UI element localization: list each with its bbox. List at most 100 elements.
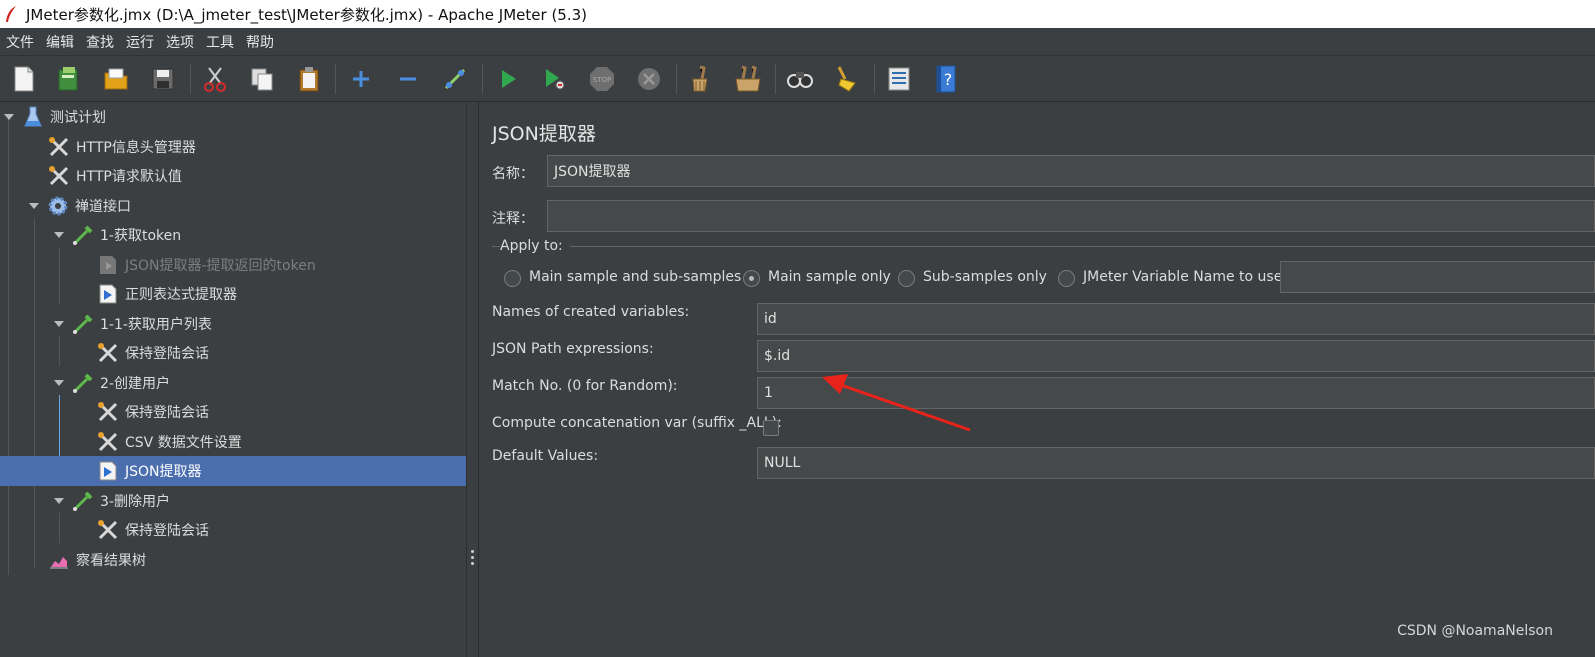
test-plan-tree: 测试计划 HTTP信息头管理器 HTTP请求默认值 禅道接口 1-获取token… [0, 102, 467, 657]
window-title: JMeter参数化.jmx (D:\A_jmeter_test\JMeter参数… [26, 5, 587, 24]
sampler-icon [72, 490, 94, 512]
shutdown-icon[interactable] [634, 64, 664, 94]
config-tool-icon [97, 342, 119, 364]
menu-edit[interactable]: 编辑 [46, 32, 74, 52]
chevron-down-icon[interactable] [52, 494, 66, 508]
tree-node-http-header-manager[interactable]: HTTP信息头管理器 [48, 132, 196, 161]
radio-main-only[interactable] [743, 270, 760, 287]
created-variables-field[interactable]: id [757, 303, 1595, 335]
tree-node-regex-extractor[interactable]: 正则表达式提取器 [97, 279, 237, 308]
radio-main-only-label[interactable]: Main sample only [768, 269, 891, 285]
new-icon[interactable] [9, 64, 39, 94]
reset-search-icon[interactable] [832, 64, 862, 94]
toolbar: STOP ? [0, 56, 1595, 102]
split-pane-divider[interactable] [467, 102, 479, 657]
annotation-arrow-icon [822, 374, 971, 432]
radio-variable-name[interactable] [1058, 270, 1075, 287]
tree-selection-highlight [0, 456, 466, 486]
menu-help[interactable]: 帮助 [246, 32, 274, 52]
tree-node-cookie-manager-2[interactable]: 保持登陆会话 [97, 397, 209, 426]
radio-variable-name-label[interactable]: JMeter Variable Name to use [1083, 269, 1282, 285]
clear-all-icon[interactable] [733, 64, 763, 94]
tree-node-json-extractor-selected[interactable]: JSON提取器 [97, 456, 202, 485]
created-variables-label: Names of created variables: [492, 304, 690, 320]
config-tool-icon [48, 136, 70, 158]
paste-icon[interactable] [294, 64, 324, 94]
templates-icon[interactable] [54, 64, 84, 94]
comment-label: 注释： [492, 211, 534, 227]
post-processor-icon [97, 283, 119, 305]
start-icon[interactable] [493, 64, 523, 94]
save-icon[interactable] [148, 64, 178, 94]
tree-node-sampler-get-token[interactable]: 1-获取token [52, 220, 181, 249]
svg-text:?: ? [944, 70, 953, 89]
cut-icon[interactable] [200, 64, 230, 94]
tree-node-json-extractor-token[interactable]: JSON提取器-提取返回的token [97, 250, 316, 279]
menu-bar: 文件 编辑 查找 运行 选项 工具 帮助 [0, 28, 1595, 56]
concatenation-label: Compute concatenation var (suffix _ALL): [492, 415, 782, 431]
radio-sub-only-label[interactable]: Sub-samples only [923, 269, 1047, 285]
json-extractor-panel: JSON提取器 名称： JSON提取器 注释： Apply to: Main s… [480, 102, 1595, 657]
sampler-icon [72, 372, 94, 394]
name-label: 名称： [492, 166, 534, 182]
radio-main-and-sub[interactable] [504, 270, 521, 287]
tree-node-cookie-manager-3[interactable]: 保持登陆会话 [97, 515, 209, 544]
menu-search[interactable]: 查找 [86, 32, 114, 52]
menu-options[interactable]: 选项 [166, 32, 194, 52]
config-tool-icon [48, 165, 70, 187]
chevron-down-icon[interactable] [52, 317, 66, 331]
collapse-icon[interactable] [393, 64, 423, 94]
config-tool-icon [97, 401, 119, 423]
radio-sub-only[interactable] [898, 270, 915, 287]
chevron-down-icon[interactable] [27, 199, 41, 213]
window-titlebar: JMeter参数化.jmx (D:\A_jmeter_test\JMeter参数… [0, 0, 1595, 28]
svg-text:STOP: STOP [593, 76, 611, 84]
tree-node-sampler-create-user[interactable]: 2-创建用户 [52, 368, 170, 397]
match-no-label: Match No. (0 for Random): [492, 378, 678, 394]
sampler-icon [72, 224, 94, 246]
name-field[interactable]: JSON提取器 [547, 155, 1595, 187]
copy-icon[interactable] [247, 64, 277, 94]
variable-name-field[interactable] [1280, 261, 1595, 293]
tree-node-sampler-delete-user[interactable]: 3-删除用户 [52, 486, 170, 515]
menu-tools[interactable]: 工具 [206, 32, 234, 52]
tree-node-sampler-get-user-list[interactable]: 1-1-获取用户列表 [52, 309, 212, 338]
expand-icon[interactable] [346, 64, 376, 94]
start-no-pause-icon[interactable] [540, 64, 570, 94]
help-icon[interactable]: ? [931, 64, 961, 94]
tree-node-csv-data-set[interactable]: CSV 数据文件设置 [97, 427, 242, 456]
thread-group-icon [47, 195, 69, 217]
toggle-icon[interactable] [440, 64, 470, 94]
clear-icon[interactable] [686, 64, 716, 94]
sampler-icon [72, 313, 94, 335]
tree-node-http-request-defaults[interactable]: HTTP请求默认值 [48, 161, 182, 190]
post-processor-icon [97, 254, 119, 276]
menu-run[interactable]: 运行 [126, 32, 154, 52]
test-plan-icon [22, 106, 44, 128]
chevron-down-icon[interactable] [52, 376, 66, 390]
post-processor-icon [97, 460, 119, 482]
config-tool-icon [97, 431, 119, 453]
json-path-label: JSON Path expressions: [492, 341, 654, 357]
tree-node-thread-group[interactable]: 禅道接口 [27, 191, 131, 220]
function-helper-icon[interactable] [884, 64, 914, 94]
chevron-down-icon[interactable] [52, 228, 66, 242]
apply-to-label: Apply to: [500, 238, 563, 254]
radio-main-and-sub-label[interactable]: Main sample and sub-samples [529, 269, 741, 285]
stop-icon[interactable]: STOP [587, 64, 617, 94]
search-icon[interactable] [785, 64, 815, 94]
open-icon[interactable] [101, 64, 131, 94]
comment-field[interactable] [547, 200, 1595, 232]
watermark: CSDN @NoamaNelson [1397, 623, 1553, 639]
panel-title: JSON提取器 [492, 123, 596, 145]
concatenation-checkbox[interactable] [763, 420, 779, 436]
chevron-down-icon[interactable] [2, 110, 16, 124]
jmeter-logo-icon [6, 6, 16, 22]
tree-node-test-plan[interactable]: 测试计划 [2, 102, 106, 131]
default-values-field[interactable]: NULL [757, 447, 1595, 479]
listener-icon [48, 549, 70, 571]
default-values-label: Default Values: [492, 448, 599, 464]
menu-file[interactable]: 文件 [6, 32, 34, 52]
tree-node-cookie-manager-1[interactable]: 保持登陆会话 [97, 338, 209, 367]
tree-node-view-results-tree[interactable]: 察看结果树 [48, 545, 146, 574]
